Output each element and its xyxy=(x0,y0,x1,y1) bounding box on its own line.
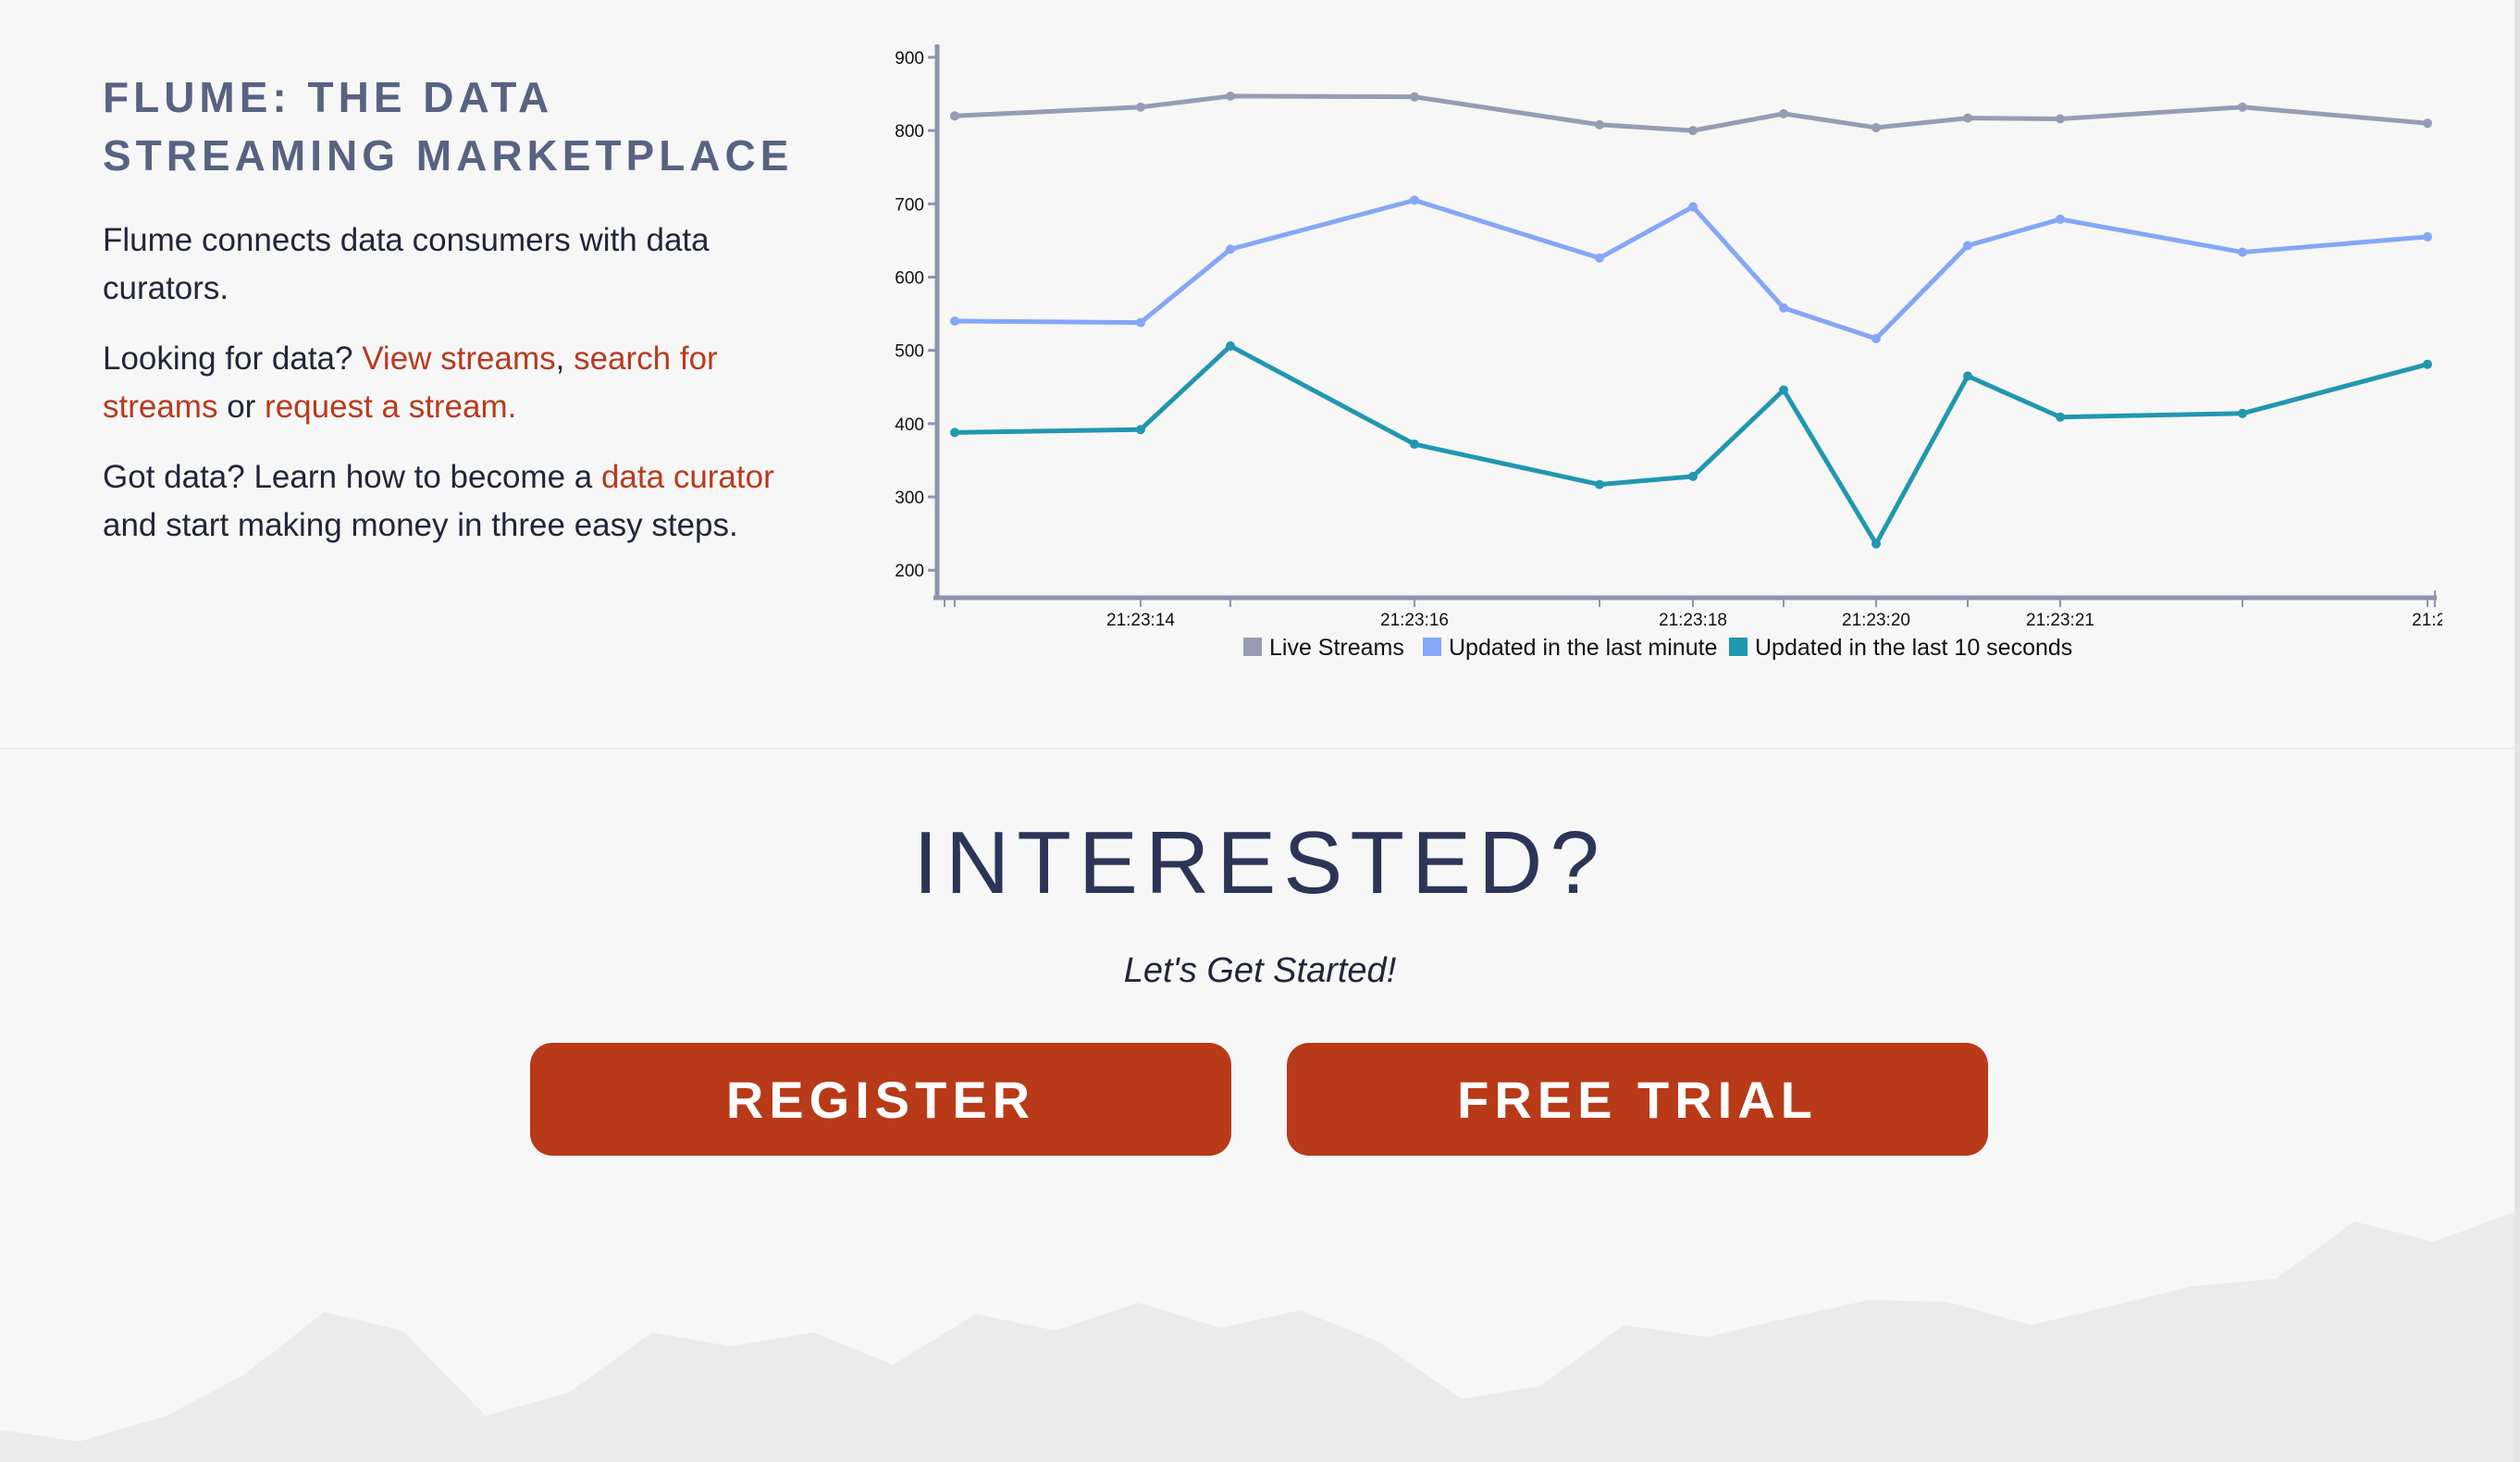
mountain-background-illustration xyxy=(0,1210,2520,1462)
data-point xyxy=(1595,479,1604,489)
y-tick-label: 800 xyxy=(895,122,924,142)
data-point xyxy=(1963,371,1972,381)
data-point xyxy=(1779,108,1788,118)
y-tick-label: 600 xyxy=(895,268,924,288)
series-line-1 xyxy=(954,93,2428,133)
register-button[interactable]: REGISTER xyxy=(530,1043,1231,1156)
data-point xyxy=(1226,91,1235,101)
data-point xyxy=(2423,231,2432,242)
request-stream-link[interactable]: request a stream. xyxy=(265,389,516,425)
data-point xyxy=(950,427,959,438)
data-point xyxy=(1595,253,1604,263)
data-point xyxy=(1226,244,1235,254)
series-line-2 xyxy=(954,197,2428,341)
y-tick-label: 700 xyxy=(895,195,924,215)
x-tick-label: 21:23:20 xyxy=(1842,611,1910,630)
data-point xyxy=(1963,113,1972,123)
data-point xyxy=(2056,214,2065,224)
data-curator-link[interactable]: data curator xyxy=(601,459,774,495)
y-tick-label: 900 xyxy=(895,49,924,68)
data-point xyxy=(950,111,959,121)
data-point xyxy=(950,316,959,326)
y-tick-label: 400 xyxy=(895,415,924,435)
data-point xyxy=(1963,241,1972,251)
window-scroll-edge xyxy=(2514,0,2520,1462)
data-point xyxy=(1871,334,1881,344)
data-point xyxy=(2238,408,2247,418)
data-point xyxy=(2238,102,2247,112)
series-line-3 xyxy=(954,343,2428,547)
legend-label: Updated in the last minute xyxy=(1449,635,1717,661)
streams-chart: 200 300 400 500 600 700 800 900 21:23:14 21:23:16… xyxy=(870,33,2442,681)
legend-label: Updated in the last 10 seconds xyxy=(1755,635,2072,661)
data-point xyxy=(2056,412,2065,422)
section-divider xyxy=(0,748,2520,750)
data-point xyxy=(1136,102,1145,112)
got-data-suffix: and start making money in three easy ste… xyxy=(103,507,738,543)
data-point xyxy=(2423,359,2432,369)
cta-subtitle: Let's Get Started! xyxy=(1123,951,1397,990)
x-tick-label: 21:23:21 xyxy=(2026,611,2094,630)
data-point xyxy=(2056,114,2065,124)
data-point xyxy=(1779,385,1788,395)
data-point xyxy=(2238,247,2247,257)
looking-for-data-paragraph: Looking for data? View streams, search f… xyxy=(103,335,824,431)
free-trial-button[interactable]: FREE TRIAL xyxy=(1287,1043,1988,1156)
hero-section: FLUME: THE DATA STREAMING MARKETPLACE Fl… xyxy=(0,0,2520,748)
data-point xyxy=(1688,202,1698,212)
y-tick-label: 300 xyxy=(895,489,924,508)
legend-swatch xyxy=(1423,638,1441,656)
got-data-prefix: Got data? Learn how to become a xyxy=(103,459,601,495)
x-tick-label: 21:23:16 xyxy=(1380,611,1449,630)
data-point xyxy=(1410,92,1419,102)
line-chart: 200 300 400 500 600 700 800 900 21:23:14 21:23:16… xyxy=(895,44,2442,661)
separator-or: or xyxy=(217,389,266,425)
data-point xyxy=(1410,195,1419,205)
mountain-shape xyxy=(0,1210,2520,1462)
x-tick-label: 21:23:18 xyxy=(1659,611,1727,630)
data-point xyxy=(1871,122,1881,132)
data-point xyxy=(1226,341,1235,351)
data-point xyxy=(1410,440,1419,450)
legend-swatch xyxy=(1729,638,1748,656)
page-title: FLUME: THE DATA STREAMING MARKETPLACE xyxy=(103,73,794,180)
data-point xyxy=(2423,118,2432,129)
data-point xyxy=(1779,303,1788,313)
data-point xyxy=(1688,471,1698,481)
legend-label: Live Streams xyxy=(1269,635,1404,661)
data-point xyxy=(1136,425,1145,435)
x-tick-label: 21:23:14 xyxy=(1106,611,1175,630)
looking-prefix: Looking for data? xyxy=(103,341,363,377)
legend-swatch xyxy=(1243,638,1262,656)
data-point xyxy=(1595,119,1604,130)
data-point xyxy=(1688,126,1698,136)
y-tick-label: 500 xyxy=(895,342,924,362)
got-data-paragraph: Got data? Learn how to become a data cur… xyxy=(103,453,824,550)
view-streams-link[interactable]: View streams xyxy=(362,341,555,377)
intro-block: FLUME: THE DATA STREAMING MARKETPLACE Fl… xyxy=(103,68,824,572)
cta-title: INTERESTED? xyxy=(913,813,1607,912)
x-tick-label: 21:23: xyxy=(2412,611,2442,630)
y-tick-label: 200 xyxy=(895,562,924,581)
data-point xyxy=(1871,539,1881,549)
separator-comma: , xyxy=(555,341,574,377)
intro-paragraph: Flume connects data consumers with data … xyxy=(103,222,710,306)
data-point xyxy=(1136,317,1145,328)
